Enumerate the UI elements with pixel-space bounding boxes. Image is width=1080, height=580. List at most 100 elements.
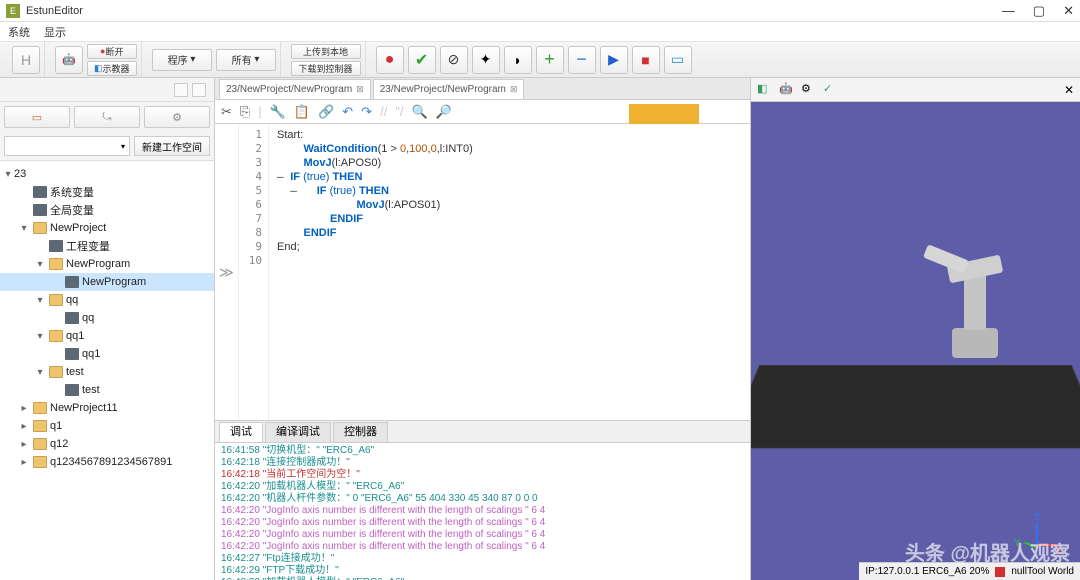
close-tab-icon[interactable]: ⊠ [356, 84, 364, 95]
file-icon [65, 348, 79, 360]
disconnect-button[interactable]: ●断开 [87, 44, 137, 59]
log-line: 16:42:20 "JogInfo axis number is differe… [221, 517, 744, 529]
view-cube-icon[interactable]: ◧ [757, 82, 773, 98]
tree-qq1-file[interactable]: qq1 [82, 348, 100, 360]
ed-zoom-icon[interactable]: 🔎 [436, 104, 452, 120]
folder-icon [49, 258, 63, 270]
ed-copy-icon[interactable]: ⎘ [240, 104, 250, 120]
log-line: 16:42:20 "JogInfo axis number is differe… [221, 505, 744, 517]
sync-button[interactable]: ✦ [472, 46, 500, 74]
file-icon [49, 240, 63, 252]
ed-paste-icon[interactable]: 📋 [294, 104, 310, 120]
step-button[interactable]: ◗ [504, 46, 532, 74]
fold-toggle[interactable]: ≫ [215, 124, 239, 420]
tree-newproject[interactable]: NewProject [50, 222, 106, 234]
ed-redo-icon[interactable]: ↷ [361, 104, 372, 120]
log-line: 16:42:20 "JogInfo axis number is differe… [221, 529, 744, 541]
axis-gizmo: Z Y X [1012, 512, 1062, 562]
project-tree[interactable]: ▾23 系统变量 全局变量 ▾NewProject 工程变量 ▾NewProgr… [0, 160, 214, 580]
check-button[interactable]: ✔ [408, 46, 436, 74]
play-button[interactable]: ▶ [600, 46, 628, 74]
ed-cut-icon[interactable]: ✂ [221, 104, 232, 120]
tab-controller[interactable]: 控制器 [333, 422, 388, 442]
log-output[interactable]: 16:41:58 "切换机型：" "ERC6_A6"16:42:18 "连接控制… [215, 443, 750, 580]
left-close-icon[interactable] [192, 83, 206, 97]
folder-icon [33, 222, 47, 234]
menu-system[interactable]: 系统 [8, 24, 30, 40]
log-line: 16:42:20 "JogInfo axis number is differe… [221, 541, 744, 553]
log-line: 16:42:20 "加载机器人模型：" "ERC6_A6" [221, 481, 744, 493]
center-panel: 23/NewProject/NewProgram⊠ 23/NewProject/… [215, 78, 750, 580]
workspace-combo[interactable]: ▾ [4, 136, 130, 156]
tree-q12[interactable]: q12 [50, 438, 68, 450]
tree-test-file[interactable]: test [82, 384, 100, 396]
view-check-icon[interactable]: ✓ [823, 82, 839, 98]
output-panel: 调试 编译调试 控制器 16:41:58 "切换机型：" "ERC6_A6"16… [215, 420, 750, 580]
code-area[interactable]: Start: WaitCondition(1 > 0,100,0,l:INT0)… [269, 124, 750, 420]
folder-icon [33, 456, 47, 468]
status-tool: nullTool World [1011, 566, 1074, 577]
new-workspace-button[interactable]: 新建工作空间 [134, 136, 210, 156]
editor-tab-2[interactable]: 23/NewProject/NewProgram⊠ [373, 79, 525, 99]
tree-root[interactable]: 23 [14, 168, 26, 180]
tree-qq1[interactable]: qq1 [66, 330, 84, 342]
close-button[interactable]: ✕ [1063, 3, 1074, 19]
program-combo[interactable]: 程序 ▾ [152, 49, 212, 71]
ed-undo-icon[interactable]: ↶ [342, 104, 353, 120]
left-btn-2[interactable]: ⤿ [74, 106, 140, 128]
left-find-icon[interactable] [174, 83, 188, 97]
tree-q1[interactable]: q1 [50, 420, 62, 432]
view-settings-icon[interactable]: ⚙ [801, 82, 817, 98]
tree-sysvar[interactable]: 系统变量 [50, 184, 94, 200]
panel-close-icon[interactable]: ✕ [1064, 83, 1074, 97]
file-icon [65, 312, 79, 324]
tree-qq-file[interactable]: qq [82, 312, 94, 324]
ed-find-icon[interactable]: 🔍 [412, 104, 428, 120]
tree-newprogram[interactable]: NewProgram [66, 258, 130, 270]
home-button[interactable]: H [12, 46, 40, 74]
left-btn-3[interactable]: ⚙ [144, 106, 210, 128]
tree-qq[interactable]: qq [66, 294, 78, 306]
left-panel: ▭ ⤿ ⚙ ▾ 新建工作空间 ▾23 系统变量 全局变量 ▾NewProject… [0, 78, 215, 580]
left-btn-1[interactable]: ▭ [4, 106, 70, 128]
tree-globalvar[interactable]: 全局变量 [50, 202, 94, 218]
upload-button[interactable]: 上传到本地 [291, 44, 361, 59]
tab-compile[interactable]: 编译调试 [265, 422, 331, 442]
download-button[interactable]: 下载到控制器 [291, 61, 361, 76]
code-editor[interactable]: ≫ 12345678910 Start: WaitCondition(1 > 0… [215, 124, 750, 420]
main-toolbar: H 🤖 ●断开 ◧示教器 程序 ▾ 所有 ▾ 上传到本地 下载到控制器 ● ✔ … [0, 42, 1080, 78]
3d-viewport[interactable]: Z Y X [751, 102, 1080, 580]
add-button[interactable]: + [536, 46, 564, 74]
screen-button[interactable]: ▭ [664, 46, 692, 74]
file-icon [33, 186, 47, 198]
minimize-button[interactable]: — [1002, 3, 1015, 19]
tab-debug[interactable]: 调试 [219, 422, 263, 442]
all-combo[interactable]: 所有 ▾ [216, 49, 276, 71]
tree-test[interactable]: test [66, 366, 84, 378]
robot-icon[interactable]: 🤖 [55, 46, 83, 74]
window-title: EstunEditor [26, 5, 83, 17]
teach-button[interactable]: ◧示教器 [87, 61, 137, 76]
tree-projvar[interactable]: 工程变量 [66, 238, 110, 254]
stop-button[interactable]: ■ [632, 46, 660, 74]
tree-newproject11[interactable]: NewProject11 [50, 402, 118, 414]
editor-tab-1[interactable]: 23/NewProject/NewProgram⊠ [219, 79, 371, 99]
ed-tool-icon[interactable]: 🔧 [270, 104, 286, 120]
maximize-button[interactable]: ▢ [1033, 3, 1045, 19]
cancel-button[interactable]: ⊘ [440, 46, 468, 74]
line-gutter: 12345678910 [239, 124, 269, 420]
remove-button[interactable]: − [568, 46, 596, 74]
menu-display[interactable]: 显示 [44, 24, 66, 40]
close-tab-icon[interactable]: ⊠ [510, 84, 518, 95]
tree-newprogram-file[interactable]: NewProgram [82, 276, 146, 288]
tree-long[interactable]: q1234567891234567891 [50, 456, 172, 468]
ed-link-icon[interactable]: 🔗 [318, 104, 334, 120]
view-robot-icon[interactable]: 🤖 [779, 82, 795, 98]
folder-icon [49, 294, 63, 306]
log-line: 16:42:29 "FTP下载成功！" [221, 565, 744, 577]
status-indicator [995, 567, 1005, 577]
record-button[interactable]: ● [376, 46, 404, 74]
floor [751, 365, 1080, 449]
editor-tabs: 23/NewProject/NewProgram⊠ 23/NewProject/… [215, 78, 750, 100]
app-icon: E [6, 4, 20, 18]
